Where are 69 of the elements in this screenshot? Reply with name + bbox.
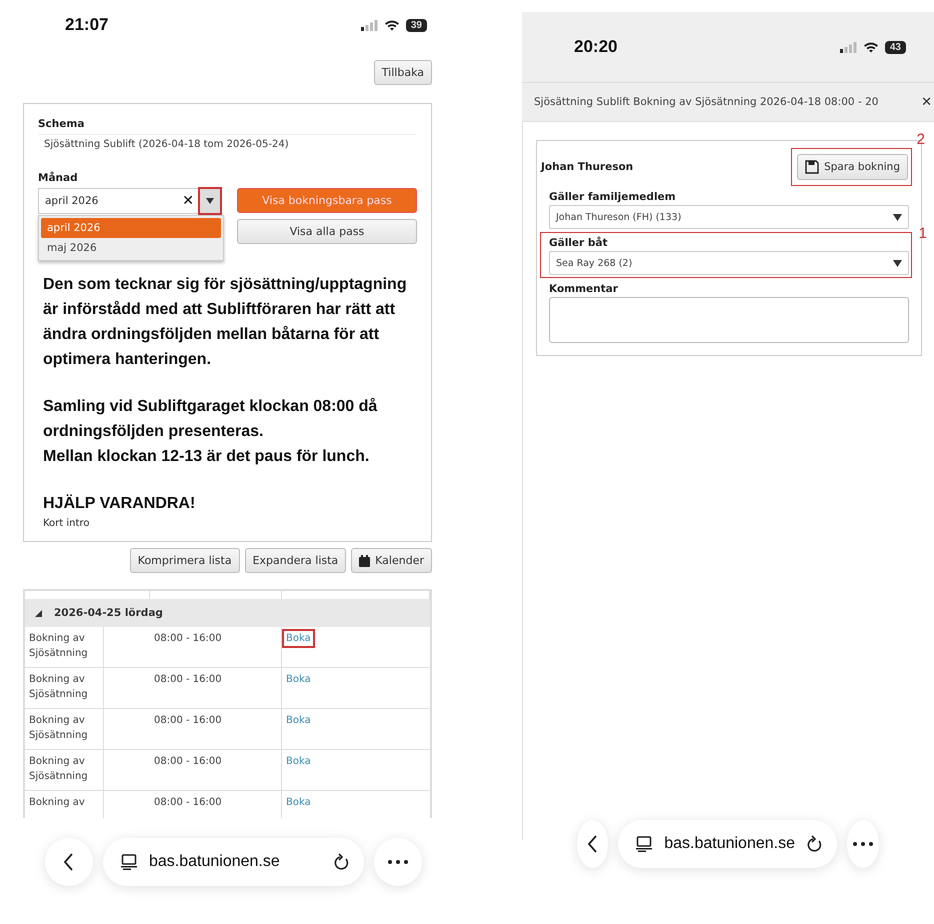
table-cell: 08:00 - 16:00: [150, 750, 282, 790]
address-bar[interactable]: bas.batunionen.se: [103, 838, 364, 886]
list-button[interactable]: Expandera lista: [244, 548, 346, 573]
select-field[interactable]: Sea Ray 268 (2): [549, 251, 909, 275]
chevron-left-icon: [588, 835, 598, 853]
schedule-field: Sjösättning Sublift (2026-04-18 tom 2026-05-24): [38, 134, 417, 154]
table-cell: 08:00 - 16:00: [150, 668, 282, 708]
signal-icon: [360, 20, 378, 30]
table-cell: Bokning av Sjösätnning: [25, 668, 104, 708]
annotation-number: 1: [918, 225, 927, 242]
calendar-button[interactable]: Kalender: [351, 548, 432, 573]
comment-field[interactable]: [549, 297, 909, 343]
group-date: 2026-04-25 lördag: [54, 607, 163, 619]
calendar-icon: [359, 554, 370, 566]
month-select[interactable]: april 2026 ✕: [38, 188, 221, 214]
intro-text: Kort intro: [42, 518, 90, 529]
field-label: Gäller familjemedlem: [549, 191, 677, 203]
annotation-number: 2: [916, 131, 925, 148]
status-time: 20:20: [574, 37, 618, 57]
url-text: bas.batunionen.se: [149, 853, 281, 871]
more-icon: [388, 860, 408, 864]
url-text: bas.batunionen.se: [664, 835, 795, 853]
table-cell: Bokning av Sjösätnning: [25, 709, 104, 749]
caret-icon: [893, 214, 902, 220]
wifi-icon: [384, 19, 400, 31]
book-link[interactable]: Boka: [282, 793, 315, 812]
clear-button[interactable]: ✕: [182, 193, 194, 209]
book-link[interactable]: Boka: [282, 711, 315, 730]
battery-indicator: 39: [406, 18, 427, 32]
field-label: Gäller båt: [549, 237, 608, 249]
more-icon: [853, 842, 873, 846]
info-paragraph: HJÄLP VARANDRA!: [43, 493, 196, 514]
caret-icon: [206, 198, 214, 204]
select-field[interactable]: Johan Thureson (FH) (133): [549, 205, 909, 229]
table-cell: 08:00 - 16:00: [150, 627, 282, 667]
field-label: Schema: [38, 118, 86, 130]
reload-icon[interactable]: [334, 853, 350, 871]
table-cell: Bokning av Sjösätnning: [25, 627, 104, 667]
field-label: Månad: [38, 172, 79, 184]
status-time: 21:07: [65, 15, 108, 35]
member-name: Johan Thureson: [541, 161, 634, 173]
dropdown-button[interactable]: [200, 189, 220, 213]
chevron-left-icon: [64, 853, 74, 871]
table-cell: Bokning av Sjösätnning: [25, 750, 104, 790]
wifi-icon: [862, 41, 879, 53]
save-icon: [805, 160, 820, 174]
dialog-title: Sjösättning Sublift Bokning av Sjösätnning 2026-04-18 08:00 - 20: [534, 96, 878, 108]
signal-icon: [840, 42, 857, 52]
list-button[interactable]: Komprimera lista: [130, 548, 240, 573]
field-label: Kommentar: [549, 283, 619, 295]
table-cell: 08:00 - 16:00: [150, 709, 282, 749]
reload-icon[interactable]: [807, 835, 823, 853]
book-link[interactable]: Boka: [282, 670, 315, 689]
dropdown-option[interactable]: maj 2026: [41, 238, 221, 258]
caret-icon: [893, 260, 902, 266]
save-button[interactable]: Spara bokning: [797, 154, 908, 180]
group-row[interactable]: 2026-04-25 lördag: [25, 599, 430, 627]
table-cell: Bokning av: [25, 791, 104, 818]
book-link[interactable]: Boka: [282, 752, 315, 771]
show-all-button[interactable]: Visa alla pass: [237, 219, 417, 244]
more-button[interactable]: [847, 820, 879, 868]
info-paragraph: Samling vid Subliftgaraget klockan 08:00 då ordningsföljden presenteras. Mellan klockan 12-13 är det paus för lunch.: [43, 396, 378, 467]
address-bar[interactable]: bas.batunionen.se: [618, 820, 837, 868]
back-button[interactable]: Tillbaka: [374, 60, 432, 85]
table-cell: 08:00 - 16:00: [150, 791, 282, 818]
book-link[interactable]: Boka: [282, 629, 315, 648]
info-paragraph: Den som tecknar sig för sjösättning/upptagning är införstådd med att Subliftföraren har rätt att ändra ordningsföljden mellan båtarna för att optimera hanteringen.: [43, 275, 408, 370]
close-button[interactable]: ✕: [921, 94, 934, 110]
battery-indicator: 43: [884, 40, 906, 54]
